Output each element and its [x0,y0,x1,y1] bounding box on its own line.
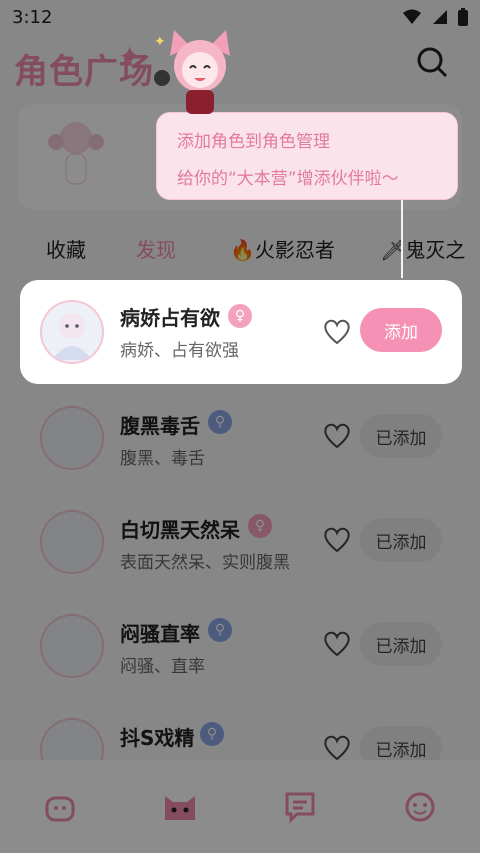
character-desc: 病娇、占有欲强 [120,341,239,361]
heart-icon[interactable] [322,316,352,346]
highlighted-list-item: 病娇占有欲 ♀ 病娇、占有欲强 添加 [20,280,462,384]
female-icon: ♀ [228,304,252,328]
tooltip-pointer [401,200,403,278]
tooltip-subtitle: 给你的“大本营”增添伙伴啦～ [177,169,399,189]
avatar[interactable] [40,300,104,364]
mascot-fox-girl: ✦ [154,30,230,114]
tooltip-title: 添加角色到角色管理 [177,132,330,152]
add-button[interactable]: 添加 [360,308,442,352]
guide-tooltip: 添加角色到角色管理 给你的“大本营”增添伙伴啦～ [156,112,458,200]
svg-text:✦: ✦ [154,34,166,50]
character-name: 病娇占有欲 [120,306,220,330]
avatar-illustration [52,313,92,360]
